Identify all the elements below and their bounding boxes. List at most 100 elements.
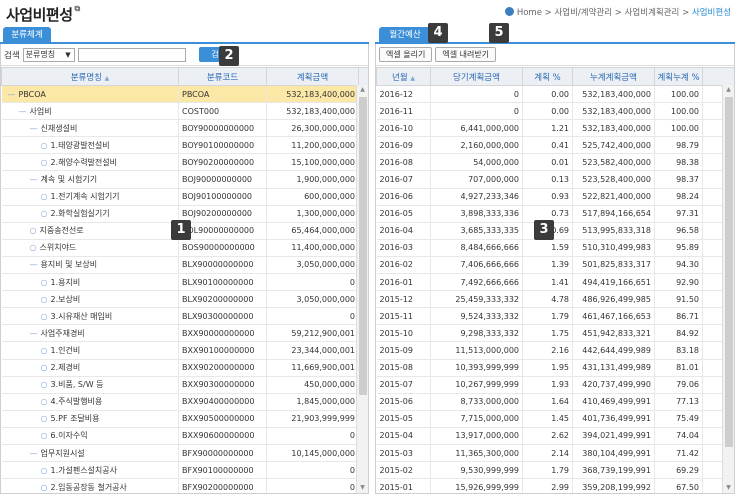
- cell-name[interactable]: ○ 3.비품, S/W 등: [1, 376, 179, 394]
- tab-monthly-budget[interactable]: 월간예산: [379, 27, 431, 44]
- tree-leaf-icon[interactable]: ○: [41, 483, 48, 492]
- cell-name[interactable]: ○ 1.전기계속 시험기기: [1, 188, 179, 206]
- table-row[interactable]: 2016-10 6,441,000,000 1.21 532,183,400,000 1…: [376, 119, 734, 138]
- tree-leaf-icon[interactable]: ○: [41, 192, 48, 201]
- table-row[interactable]: 2015-07 10,267,999,999 1.93 420,737,499,990…: [376, 376, 734, 394]
- table-row[interactable]: 2016-12 0 0.00 532,183,400,000 100.00: [376, 85, 734, 104]
- table-row[interactable]: ○ 2.보상비 BLX90200000000 3,050,000,000: [1, 290, 368, 309]
- table-row[interactable]: — 신재생설비 BOY90000000000 26,300,000,000: [1, 119, 368, 138]
- cell-name[interactable]: — 사업주재경비: [1, 324, 179, 343]
- tree-leaf-icon[interactable]: ○: [41, 431, 48, 440]
- cell-name[interactable]: ○ 2.제경비: [1, 359, 179, 377]
- tree-branch-icon[interactable]: —: [30, 124, 38, 133]
- table-row[interactable]: — PBCOA PBCOA 532,183,400,000: [1, 85, 368, 104]
- table-row[interactable]: — 사업주재경비 BXX90000000000 59,212,900,001: [1, 324, 368, 343]
- table-row[interactable]: ○ 1.전기계속 시험기기 BOJ90100000000 600,000,000: [1, 188, 368, 206]
- table-row[interactable]: 2016-05 3,898,333,336 0.73 517,894,166,654 9…: [376, 205, 734, 223]
- table-row[interactable]: — 업무지원시설 BFX90000000000 10,145,000,000: [1, 444, 368, 463]
- tree-leaf-icon[interactable]: ○: [41, 363, 48, 372]
- table-row[interactable]: 2016-08 54,000,000 0.01 523,582,400,000 98.3…: [376, 153, 734, 172]
- table-row[interactable]: 2016-04 3,685,333,335 0.69 513,995,833,318 9…: [376, 222, 734, 240]
- tree-leaf-icon[interactable]: ○: [41, 158, 48, 167]
- table-row[interactable]: 2015-08 10,393,999,999 1.95 431,131,499,989…: [376, 359, 734, 377]
- tree-leaf-icon[interactable]: ○: [41, 295, 48, 304]
- tree-branch-icon[interactable]: —: [30, 260, 38, 269]
- table-row[interactable]: 2016-03 8,484,666,666 1.59 510,310,499,983 9…: [376, 239, 734, 257]
- table-row[interactable]: ○ 6.이자수익 BXX90600000000 0: [1, 427, 368, 445]
- table-row[interactable]: 2015-02 9,530,999,999 1.79 368,739,199,991 6…: [376, 461, 734, 480]
- tree-branch-icon[interactable]: —: [19, 107, 27, 116]
- cell-name[interactable]: ○ 4.주식발행비용: [1, 393, 179, 411]
- tree-leaf-icon[interactable]: ○: [41, 397, 48, 406]
- tree-leaf-icon[interactable]: ○: [41, 414, 48, 423]
- table-row[interactable]: ○ 1.용지비 BLX90100000000 0: [1, 273, 368, 292]
- table-row[interactable]: ○ 2.임동공장동 철거공사 BFX90200000000 0: [1, 478, 368, 493]
- table-row[interactable]: 2016-11 0 0.00 532,183,400,000 100.00: [376, 102, 734, 121]
- search-field-select[interactable]: 분류명칭 ▼: [22, 47, 75, 62]
- cell-name[interactable]: ○ 2.해양수력발전설비: [1, 153, 179, 172]
- tree-leaf-icon[interactable]: ○: [41, 466, 48, 475]
- cell-name[interactable]: — 계속 및 시험기기: [1, 170, 179, 189]
- table-row[interactable]: — 사업비 COST000 532,183,400,000: [1, 102, 368, 121]
- tree-leaf-icon[interactable]: ○: [30, 243, 37, 252]
- tree-leaf-icon[interactable]: ○: [41, 141, 48, 150]
- table-row[interactable]: ○ 1.가설펜스설치공사 BFX90100000000 0: [1, 461, 368, 480]
- col-header-period-amount[interactable]: 당기계획금액: [430, 67, 523, 86]
- excel-upload-button[interactable]: 엑셀 올리기: [379, 47, 433, 62]
- tree-leaf-icon[interactable]: ○: [41, 278, 48, 287]
- table-row[interactable]: ○ 2.해양수력발전설비 BOY90200000000 15,100,000,000: [1, 153, 368, 172]
- table-row[interactable]: 2016-07 707,000,000 0.13 523,528,400,000 98.…: [376, 170, 734, 189]
- left-scrollbar[interactable]: ▲ ▼: [356, 85, 368, 493]
- table-row[interactable]: ○ 3.비품, S/W 등 BXX90300000000 450,000,000: [1, 376, 368, 394]
- table-row[interactable]: ○ 1.태양광발전설비 BOY90100000000 11,200,000,000: [1, 136, 368, 155]
- tree-leaf-icon[interactable]: ○: [41, 209, 48, 218]
- table-row[interactable]: 2016-06 4,927,233,346 0.93 522,821,400,000 9…: [376, 188, 734, 206]
- cell-name[interactable]: — PBCOA: [1, 85, 179, 104]
- tree-leaf-icon[interactable]: ○: [41, 312, 48, 321]
- table-row[interactable]: 2015-06 8,733,000,000 1.64 410,469,499,991 7…: [376, 393, 734, 411]
- col-header-amount[interactable]: 계획금액: [266, 67, 359, 86]
- excel-download-button[interactable]: 엑셀 내려받기: [435, 47, 497, 62]
- scroll-down-icon[interactable]: ▼: [357, 483, 368, 493]
- table-row[interactable]: 2016-01 7,492,666,666 1.41 494,419,166,651 9…: [376, 273, 734, 292]
- tree-leaf-icon[interactable]: ○: [41, 346, 48, 355]
- table-row[interactable]: ○ 2.제경비 BXX90200000000 11,669,900,001: [1, 359, 368, 377]
- table-row[interactable]: 2015-05 7,715,000,000 1.45 401,736,499,991 7…: [376, 410, 734, 428]
- table-row[interactable]: 2015-12 25,459,333,332 4.78 486,926,499,985…: [376, 290, 734, 309]
- table-row[interactable]: ○ 스위치야드 BOS90000000000 11,400,000,000: [1, 239, 368, 257]
- col-header-yearmonth[interactable]: 년월 ▲: [376, 67, 431, 86]
- cell-name[interactable]: — 신재생설비: [1, 119, 179, 138]
- cell-name[interactable]: ○ 1.태양광발전설비: [1, 136, 179, 155]
- col-header-cum-amount[interactable]: 누계계획금액: [572, 67, 655, 86]
- scroll-up-icon[interactable]: ▲: [357, 85, 368, 95]
- col-header-name[interactable]: 분류명칭 ▲: [1, 67, 179, 86]
- right-scroll-thumb[interactable]: [725, 97, 733, 447]
- cell-name[interactable]: ○ 3.시유재산 매입비: [1, 307, 179, 326]
- col-header-cum-pct[interactable]: 계획누계 %: [654, 67, 703, 86]
- scroll-up-icon[interactable]: ▲: [723, 85, 734, 95]
- search-input[interactable]: [77, 47, 186, 62]
- cell-name[interactable]: ○ 6.이자수익: [1, 427, 179, 445]
- cell-name[interactable]: ○ 1.인건비: [1, 341, 179, 360]
- table-row[interactable]: 2015-01 15,926,999,999 2.99 359,208,199,992…: [376, 478, 734, 493]
- cell-name[interactable]: ○ 스위치야드: [1, 239, 179, 257]
- cell-name[interactable]: ○ 2.임동공장동 철거공사: [1, 478, 179, 493]
- table-row[interactable]: 2016-09 2,160,000,000 0.41 525,742,400,000 9…: [376, 136, 734, 155]
- table-row[interactable]: 2015-03 11,365,300,000 2.14 380,104,499,991…: [376, 444, 734, 463]
- table-row[interactable]: — 용지비 및 보상비 BLX90000000000 3,050,000,000: [1, 256, 368, 275]
- cell-name[interactable]: ○ 5.PF 조달비용: [1, 410, 179, 428]
- external-link-icon[interactable]: ⧉: [75, 4, 81, 13]
- tab-classification[interactable]: 분류체계: [3, 27, 51, 44]
- tree-leaf-icon[interactable]: ○: [41, 380, 48, 389]
- col-header-code[interactable]: 분류코드: [178, 67, 267, 86]
- table-row[interactable]: 2015-10 9,298,333,332 1.75 451,942,833,321 8…: [376, 324, 734, 343]
- table-row[interactable]: 2015-04 13,917,000,000 2.62 394,021,499,991…: [376, 427, 734, 445]
- breadcrumb-plan[interactable]: 사업비계획관리: [625, 8, 680, 18]
- table-row[interactable]: — 계속 및 시험기기 BOJ90000000000 1,900,000,000: [1, 170, 368, 189]
- table-row[interactable]: 2015-09 11,513,000,000 2.16 442,644,499,989…: [376, 341, 734, 360]
- scroll-down-icon[interactable]: ▼: [723, 483, 734, 493]
- tree-branch-icon[interactable]: —: [30, 175, 38, 184]
- table-row[interactable]: 2016-02 7,406,666,666 1.39 501,825,833,317 9…: [376, 256, 734, 275]
- breadcrumb-contract[interactable]: 사업비/계약관리: [554, 8, 612, 18]
- cell-name[interactable]: ○ 1.용지비: [1, 273, 179, 292]
